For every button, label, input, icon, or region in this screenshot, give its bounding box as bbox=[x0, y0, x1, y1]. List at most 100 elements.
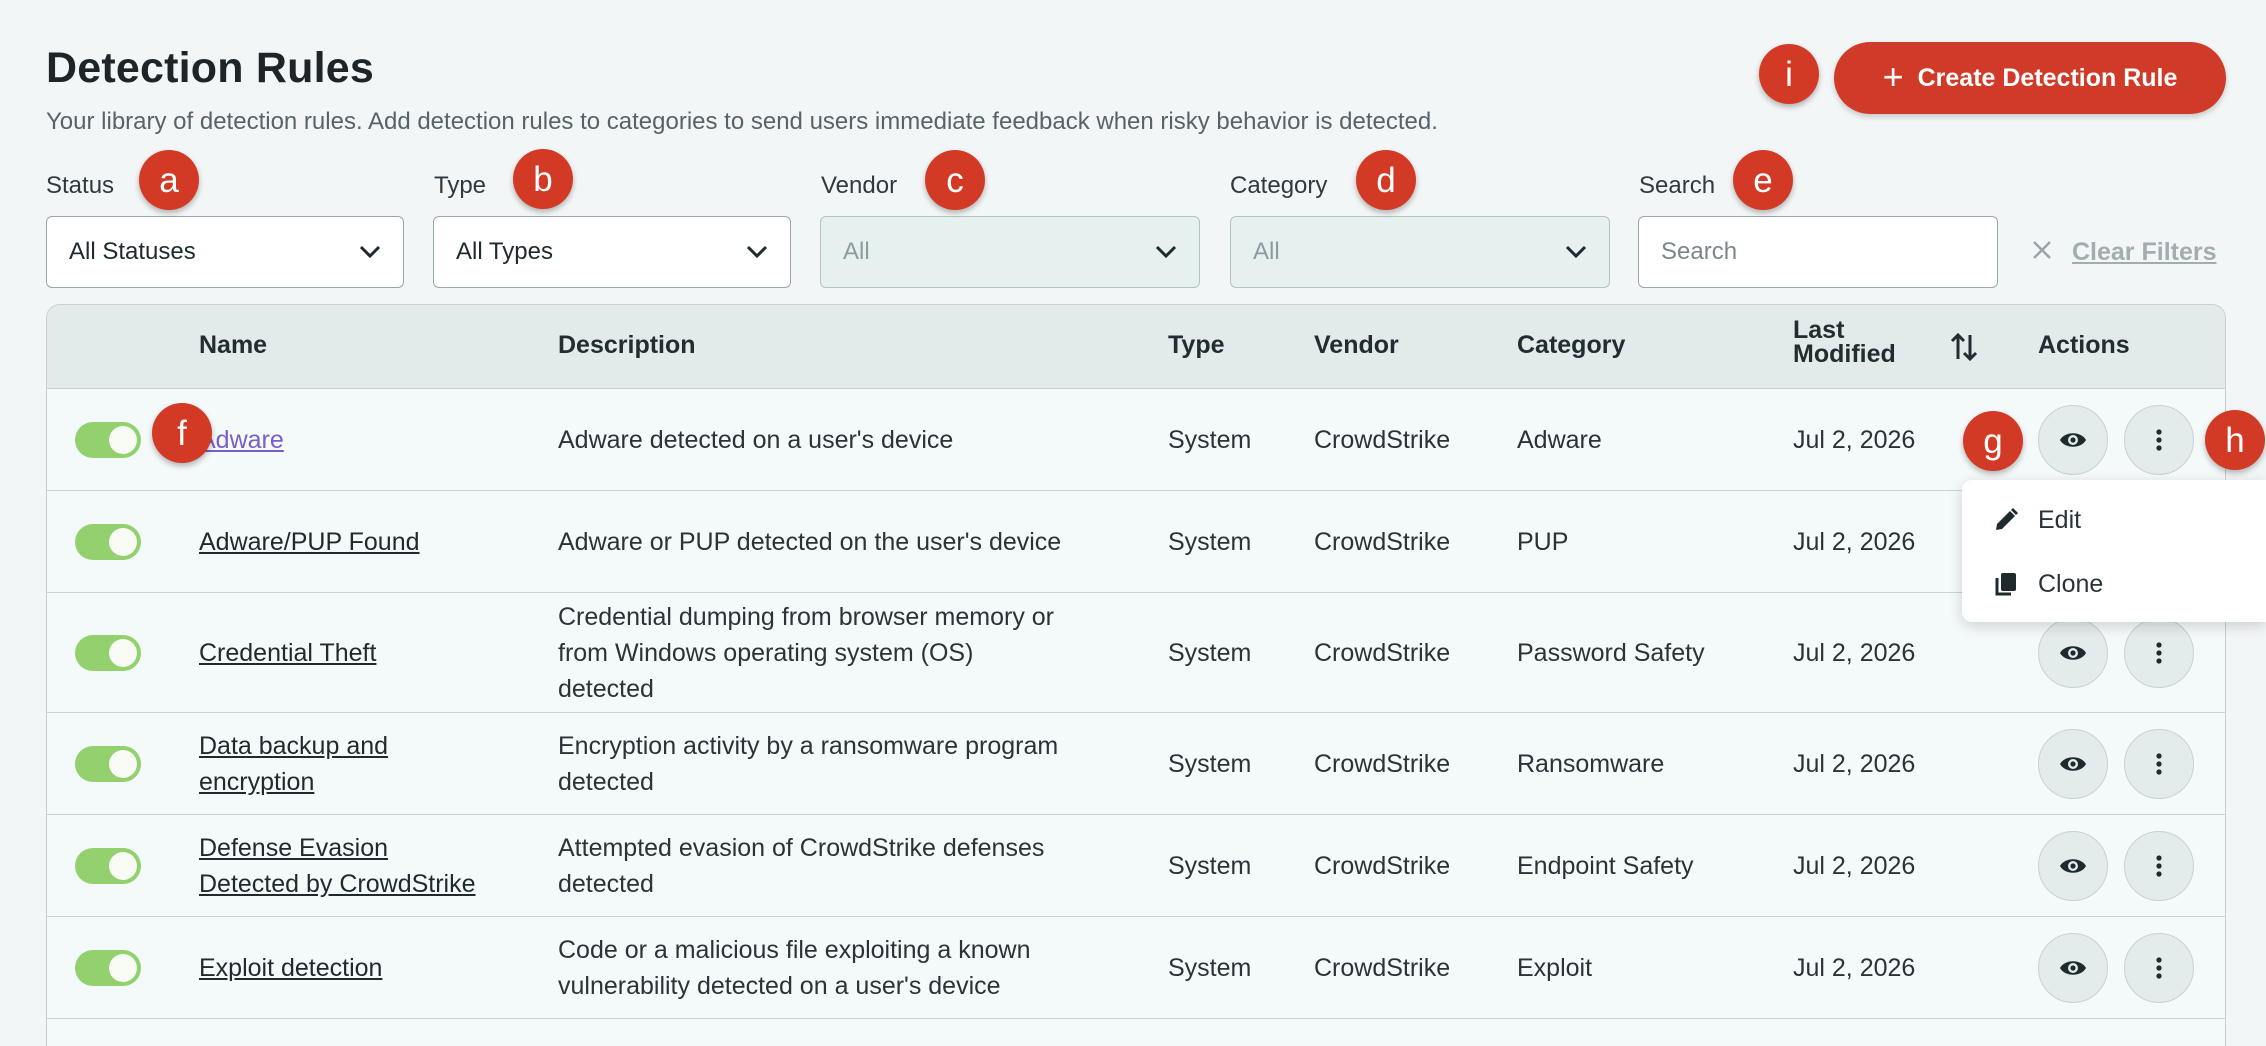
vendor-select[interactable]: All bbox=[820, 216, 1200, 288]
status-toggle[interactable] bbox=[75, 635, 141, 671]
description-line: detected bbox=[558, 768, 654, 796]
callout-badge-a: a bbox=[139, 150, 199, 210]
more-actions-button[interactable] bbox=[2124, 933, 2194, 1003]
rule-name-link[interactable]: Exploit detection bbox=[199, 954, 382, 982]
column-header-vendor: Vendor bbox=[1314, 331, 1399, 359]
status-toggle[interactable] bbox=[75, 422, 141, 458]
rule-name-link[interactable]: Credential Theft bbox=[199, 639, 376, 667]
rule-name[interactable]: Credential Theft bbox=[199, 635, 376, 671]
kebab-menu-icon bbox=[2156, 855, 2162, 877]
status-toggle[interactable] bbox=[75, 524, 141, 560]
page-subtitle: Your library of detection rules. Add det… bbox=[46, 108, 1438, 135]
rule-category: Exploit bbox=[1517, 954, 1593, 982]
column-header-last-modified[interactable]: Last Modified bbox=[1793, 318, 1896, 367]
category-select[interactable]: All bbox=[1230, 216, 1610, 288]
rule-name-link[interactable]: encryption bbox=[199, 768, 314, 796]
create-detection-rule-button[interactable]: + Create Detection Rule bbox=[1834, 42, 2226, 114]
category-select-value: All bbox=[1253, 238, 1280, 265]
description-line: detected bbox=[558, 675, 654, 703]
table-row: Adware Adware detected on a user's devic… bbox=[47, 389, 2225, 491]
rule-name[interactable]: Data backup and encryption bbox=[199, 728, 388, 800]
eye-icon bbox=[2060, 757, 2086, 771]
rule-vendor: CrowdStrike bbox=[1314, 528, 1451, 556]
callout-badge-h: h bbox=[2205, 410, 2265, 470]
rule-vendor: CrowdStrike bbox=[1314, 639, 1451, 667]
description-line: Credential dumping from browser memory o… bbox=[558, 603, 1055, 631]
pencil-icon bbox=[1996, 508, 2018, 530]
rule-type: System bbox=[1168, 750, 1252, 778]
description-line: Attempted evasion of CrowdStrike defense… bbox=[558, 834, 1045, 862]
status-select[interactable]: All Statuses bbox=[46, 216, 404, 288]
eye-icon bbox=[2060, 859, 2086, 873]
chevron-down-icon bbox=[746, 245, 768, 259]
rule-name[interactable]: Exploit detection bbox=[199, 950, 382, 986]
column-header-actions: Actions bbox=[2038, 331, 2130, 359]
status-toggle[interactable] bbox=[75, 950, 141, 986]
status-toggle[interactable] bbox=[75, 746, 141, 782]
plus-icon: + bbox=[1882, 55, 1904, 97]
rule-type: System bbox=[1168, 954, 1252, 982]
rule-description: Adware or PUP detected on the user's dev… bbox=[558, 528, 1062, 556]
kebab-menu-icon bbox=[2156, 642, 2162, 664]
menu-item-edit-label: Edit bbox=[2038, 505, 2082, 534]
table-row: Exploit detection Code or a malicious fi… bbox=[47, 917, 2225, 1019]
description-line: from Windows operating system (OS) bbox=[558, 639, 974, 667]
rule-name[interactable]: Adware bbox=[199, 422, 284, 458]
column-header-type: Type bbox=[1168, 331, 1225, 359]
rule-name-link[interactable]: Defense Evasion bbox=[199, 834, 388, 862]
rule-name[interactable]: Adware/PUP Found bbox=[199, 524, 420, 560]
description-line: vulnerability detected on a user's devic… bbox=[558, 972, 1001, 1000]
rule-name-link[interactable]: Data backup and bbox=[199, 732, 388, 760]
rule-name-link[interactable]: Detected by CrowdStrike bbox=[199, 870, 476, 898]
search-input[interactable] bbox=[1638, 216, 1998, 288]
eye-icon bbox=[2060, 961, 2086, 975]
menu-item-edit[interactable]: Edit bbox=[1962, 490, 2266, 550]
rule-last-modified: Jul 2, 2026 bbox=[1793, 954, 1916, 982]
rule-name[interactable]: Defense Evasion Detected by CrowdStrike bbox=[199, 830, 476, 902]
more-actions-button[interactable] bbox=[2124, 831, 2194, 901]
rule-last-modified: Jul 2, 2026 bbox=[1793, 750, 1916, 778]
callout-badge-i: i bbox=[1759, 44, 1819, 104]
description-line: Encryption activity by a ransomware prog… bbox=[558, 732, 1059, 760]
callout-badge-b: b bbox=[513, 149, 573, 209]
detection-rules-table: Name Description Type Vendor Category La… bbox=[46, 304, 2226, 1046]
chevron-down-icon bbox=[1565, 245, 1587, 259]
callout-badge-f: f bbox=[152, 403, 212, 463]
status-toggle[interactable] bbox=[75, 848, 141, 884]
menu-item-clone-label: Clone bbox=[2038, 569, 2104, 598]
rule-vendor: CrowdStrike bbox=[1314, 426, 1451, 454]
column-header-name[interactable]: Name bbox=[199, 331, 267, 360]
rule-category: Adware bbox=[1517, 426, 1602, 454]
table-row: Data backup and encryption Encryption ac… bbox=[47, 713, 2225, 815]
type-select-value: All Types bbox=[456, 238, 553, 265]
table-header: Name Description Type Vendor Category La… bbox=[47, 305, 2225, 389]
clear-filters-link[interactable]: Clear Filters bbox=[2072, 238, 2217, 267]
sort-arrows-icon[interactable] bbox=[1949, 331, 1979, 363]
rule-description: Attempted evasion of CrowdStrike defense… bbox=[558, 830, 1044, 902]
vendor-filter-label: Vendor bbox=[821, 172, 898, 199]
more-actions-button[interactable] bbox=[2124, 405, 2194, 475]
detection-rules-page: Detection Rules Your library of detectio… bbox=[0, 0, 2266, 1046]
view-button[interactable] bbox=[2038, 933, 2108, 1003]
chevron-down-icon bbox=[359, 245, 381, 259]
close-icon[interactable] bbox=[2030, 238, 2054, 262]
rule-vendor: CrowdStrike bbox=[1314, 954, 1451, 982]
menu-item-clone[interactable]: Clone bbox=[1962, 554, 2266, 614]
view-button[interactable] bbox=[2038, 405, 2108, 475]
kebab-menu-icon bbox=[2156, 429, 2162, 451]
more-actions-button[interactable] bbox=[2124, 729, 2194, 799]
type-select[interactable]: All Types bbox=[433, 216, 791, 288]
kebab-menu-icon bbox=[2156, 753, 2162, 775]
view-button[interactable] bbox=[2038, 831, 2108, 901]
view-button[interactable] bbox=[2038, 729, 2108, 799]
rule-last-modified: Jul 2, 2026 bbox=[1793, 639, 1916, 667]
rule-name-link[interactable]: Adware/PUP Found bbox=[199, 528, 420, 556]
page-title: Detection Rules bbox=[46, 44, 374, 92]
rule-type: System bbox=[1168, 639, 1252, 667]
kebab-menu-icon bbox=[2156, 957, 2162, 979]
more-actions-button[interactable] bbox=[2124, 618, 2194, 688]
table-row: Adware/PUP Found Adware or PUP detected … bbox=[47, 491, 2225, 593]
view-button[interactable] bbox=[2038, 618, 2108, 688]
rule-category: Ransomware bbox=[1517, 750, 1665, 778]
callout-badge-e: e bbox=[1733, 150, 1793, 210]
